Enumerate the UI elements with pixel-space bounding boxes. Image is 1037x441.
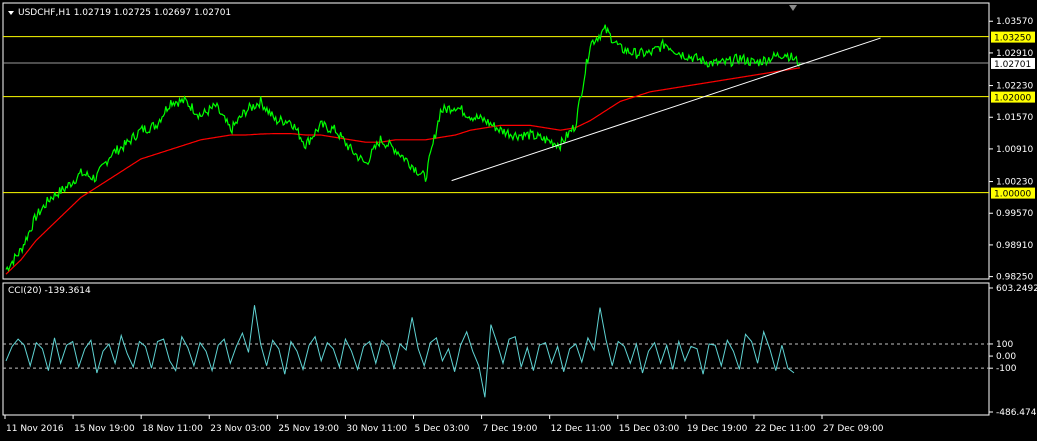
time-tick-label: 22 Dec 11:00 <box>755 424 816 434</box>
price-header: USDCHF,H1 1.02719 1.02725 1.02697 1.0270… <box>18 8 231 18</box>
price-tick-label: 1.01570 <box>996 113 1033 123</box>
time-tick-label: 11 Nov 2016 <box>6 424 64 434</box>
time-tick-label: 18 Nov 11:00 <box>142 424 203 434</box>
price-tick-label: 1.02230 <box>996 82 1033 92</box>
cci-tick-label: 100 <box>996 340 1013 350</box>
cci-tick-label: -100 <box>996 364 1017 374</box>
time-tick-label: 5 Dec 03:00 <box>415 424 470 434</box>
cci-axis: 603.2492 100 0.00 -100 -486.4747 <box>989 284 1037 418</box>
time-tick-label: 15 Nov 19:00 <box>74 424 135 434</box>
price-tick-label: 1.03570 <box>996 17 1033 27</box>
time-tick-label: 27 Dec 09:00 <box>823 424 884 434</box>
chart-canvas: 1.032501.020001.00000 1.02701 1.035701.0… <box>2 2 1037 434</box>
hline-badge-label: 1.02000 <box>994 94 1031 104</box>
time-tick-label: 15 Dec 03:00 <box>619 424 680 434</box>
price-tick-label: 0.98910 <box>996 241 1033 251</box>
time-tick-label: 7 Dec 19:00 <box>483 424 538 434</box>
price-tick-label: 1.02910 <box>996 49 1033 59</box>
price-panel <box>2 2 990 280</box>
price-tick-label: 0.99570 <box>996 209 1033 219</box>
current-price-label: 1.02701 <box>994 60 1031 70</box>
cci-tick-label: 0.00 <box>996 352 1016 362</box>
time-tick-label: 23 Nov 03:00 <box>210 424 271 434</box>
price-tick-label: 1.00910 <box>996 145 1033 155</box>
cci-panel <box>2 282 990 416</box>
hline-badge-label: 1.00000 <box>994 190 1031 200</box>
cci-header: CCI(20) -139.3614 <box>8 286 91 296</box>
cci-tick-label: -486.4747 <box>996 408 1037 418</box>
price-tick-label: 1.00230 <box>996 178 1033 188</box>
time-tick-label: 30 Nov 11:00 <box>346 424 407 434</box>
time-axis: 11 Nov 2016 15 Nov 19:00 18 Nov 11:00 23 No… <box>4 415 884 434</box>
price-tick-label: 0.98250 <box>996 273 1033 283</box>
time-tick-label: 12 Dec 11:00 <box>551 424 612 434</box>
time-tick-label: 25 Nov 19:00 <box>278 424 339 434</box>
time-tick-label: 19 Dec 19:00 <box>687 424 748 434</box>
cci-tick-label: 603.2492 <box>996 284 1037 294</box>
price-axis: 1.03570 1.02910 1.02230 1.01570 1.00910 1.002… <box>989 17 1033 283</box>
hline-badge-label: 1.03250 <box>994 34 1031 44</box>
